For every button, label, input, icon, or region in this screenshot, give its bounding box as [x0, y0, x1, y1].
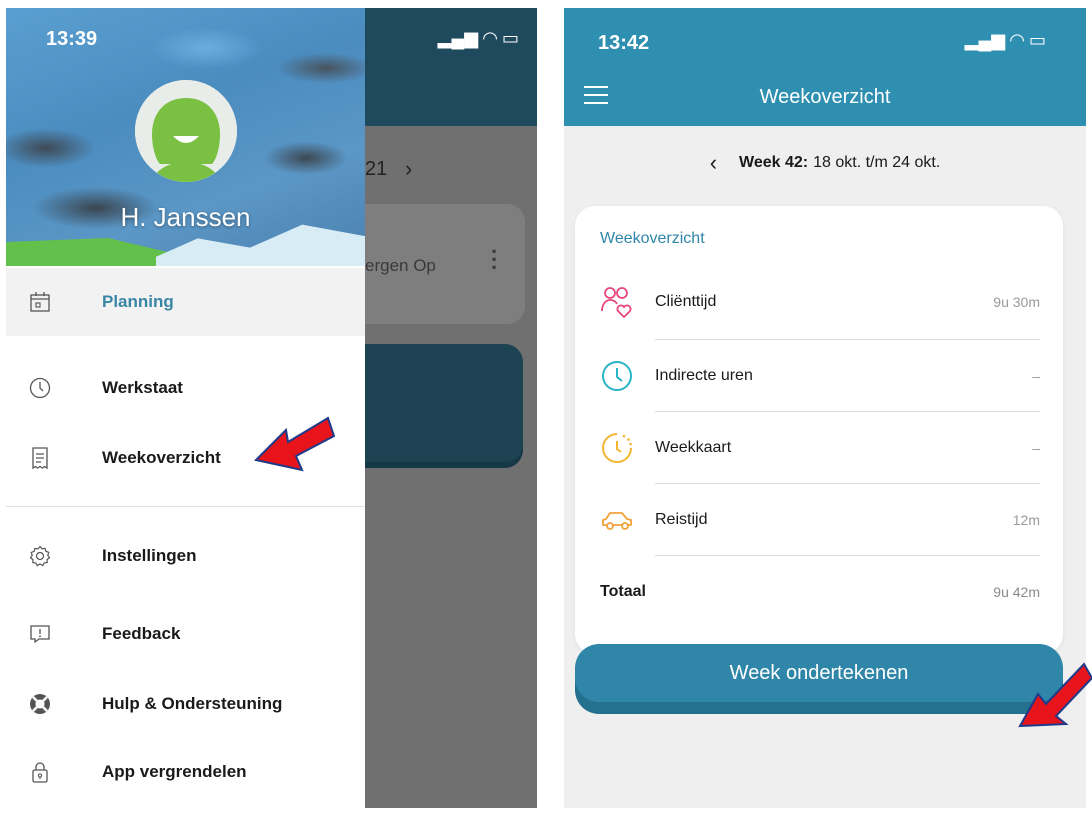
chevron-right-icon[interactable]: › — [405, 156, 412, 182]
row-label: Reistijd — [655, 511, 708, 528]
receipt-icon — [32, 447, 48, 470]
row-label: Weekkaart — [655, 439, 732, 456]
row-label: Cliënttijd — [655, 293, 717, 310]
row-value: – — [1032, 368, 1040, 384]
total-value: 9u 42m — [993, 584, 1040, 600]
menu-item-instellingen[interactable]: Instellingen — [6, 522, 365, 590]
week-label: Week 42: — [739, 154, 809, 171]
row-value: 9u 30m — [993, 294, 1040, 310]
status-time: 13:39 — [46, 28, 98, 50]
summary-row-weekkaart: Weekkaart – — [600, 412, 1040, 484]
status-icons: ▂▄▆ ◠ ▭ — [965, 30, 1046, 51]
battery-icon: ▭ — [501, 28, 519, 48]
week-range: 18 okt. t/m 24 okt. — [813, 154, 941, 171]
background-topbar: ▂▄▆ ◠ ▭ — [365, 8, 537, 126]
more-vertical-icon[interactable]: · · · — [491, 241, 498, 279]
avatar[interactable] — [135, 80, 237, 182]
car-icon — [602, 512, 632, 530]
screen-title: Weekoverzicht — [759, 86, 891, 108]
signal-icon: ▂▄▆ — [437, 28, 479, 48]
top-bar: 13:42 ▂▄▆ ◠ ▭ Weekoverzicht — [564, 8, 1086, 126]
wifi-icon: ◠ — [1010, 30, 1024, 50]
annotation-arrow-right — [1018, 662, 1092, 728]
card-title: Weekoverzicht — [600, 230, 705, 247]
menu-item-hulp[interactable]: Hulp & Ondersteuning — [6, 670, 365, 738]
drawer-divider — [6, 506, 365, 507]
annotation-arrow-left — [253, 416, 336, 472]
row-value: 12m — [1012, 512, 1040, 528]
calendar-icon — [30, 292, 50, 312]
user-name: H. Janssen — [120, 202, 251, 232]
clock-icon — [602, 361, 632, 391]
background-card-text: ergen Op — [365, 256, 436, 275]
row-value: – — [1032, 440, 1040, 456]
row-label: Indirecte uren — [655, 367, 753, 384]
clients-heart-icon — [601, 287, 632, 319]
menu-item-feedback[interactable]: Feedback — [6, 600, 365, 668]
status-icons: ▂▄▆ ◠ ▭ — [438, 28, 519, 49]
wifi-icon: ◠ — [483, 28, 497, 48]
gear-icon — [29, 545, 51, 567]
menu-label-feedback: Feedback — [102, 624, 181, 643]
background-app-dimmed: ▂▄▆ ◠ ▭ 21 › ergen Op · · · — [345, 8, 537, 808]
battery-icon: ▭ — [1028, 30, 1046, 50]
menu-label-instellingen: Instellingen — [102, 546, 197, 565]
menu-label-werkstaat: Werkstaat — [102, 378, 183, 397]
menu-label-hulp: Hulp & Ondersteuning — [102, 694, 283, 713]
background-date-fragment: 21 — [365, 158, 388, 180]
summary-row-total: Totaal 9u 42m — [600, 556, 1040, 628]
clock-icon — [29, 377, 51, 399]
background-button — [345, 344, 523, 462]
signal-icon: ▂▄▆ — [964, 30, 1006, 50]
feedback-icon — [30, 625, 50, 644]
user-avatar-icon — [135, 80, 237, 182]
status-time: 13:42 — [598, 32, 650, 54]
menu-label-weekoverzicht: Weekoverzicht — [102, 448, 221, 467]
navigation-drawer: 13:39 H. Janssen Planning Werkstaat Week… — [6, 8, 365, 808]
menu-label-planning: Planning — [102, 292, 174, 311]
menu-item-vergrendelen[interactable]: App vergrendelen — [6, 738, 365, 806]
menu-label-vergrendelen: App vergrendelen — [102, 762, 247, 781]
week-navigator: ‹ Week 42: 18 okt. t/m 24 okt. — [564, 152, 1086, 174]
summary-row-indirecte-uren: Indirecte uren – — [600, 340, 1040, 412]
summary-row-clienttijd: Cliënttijd 9u 30m — [600, 266, 1040, 338]
week-summary-card: Weekoverzicht Cliënttijd 9u 30m Indirect… — [575, 206, 1063, 654]
sign-week-button[interactable]: Week ondertekenen — [575, 644, 1063, 702]
drawer-header: 13:39 H. Janssen — [6, 8, 365, 266]
chevron-left-icon[interactable]: ‹ — [710, 152, 717, 174]
menu-item-werkstaat[interactable]: Werkstaat — [6, 354, 365, 422]
left-phone-screenshot: ▂▄▆ ◠ ▭ 21 › ergen Op · · · 13:39 H. Jan… — [6, 8, 537, 808]
total-label: Totaal — [600, 583, 646, 600]
lifebuoy-icon — [30, 694, 50, 714]
timer-icon — [602, 433, 632, 463]
summary-row-reistijd: Reistijd 12m — [600, 484, 1040, 556]
menu-item-planning[interactable]: Planning — [6, 268, 365, 336]
lock-icon — [32, 762, 48, 783]
